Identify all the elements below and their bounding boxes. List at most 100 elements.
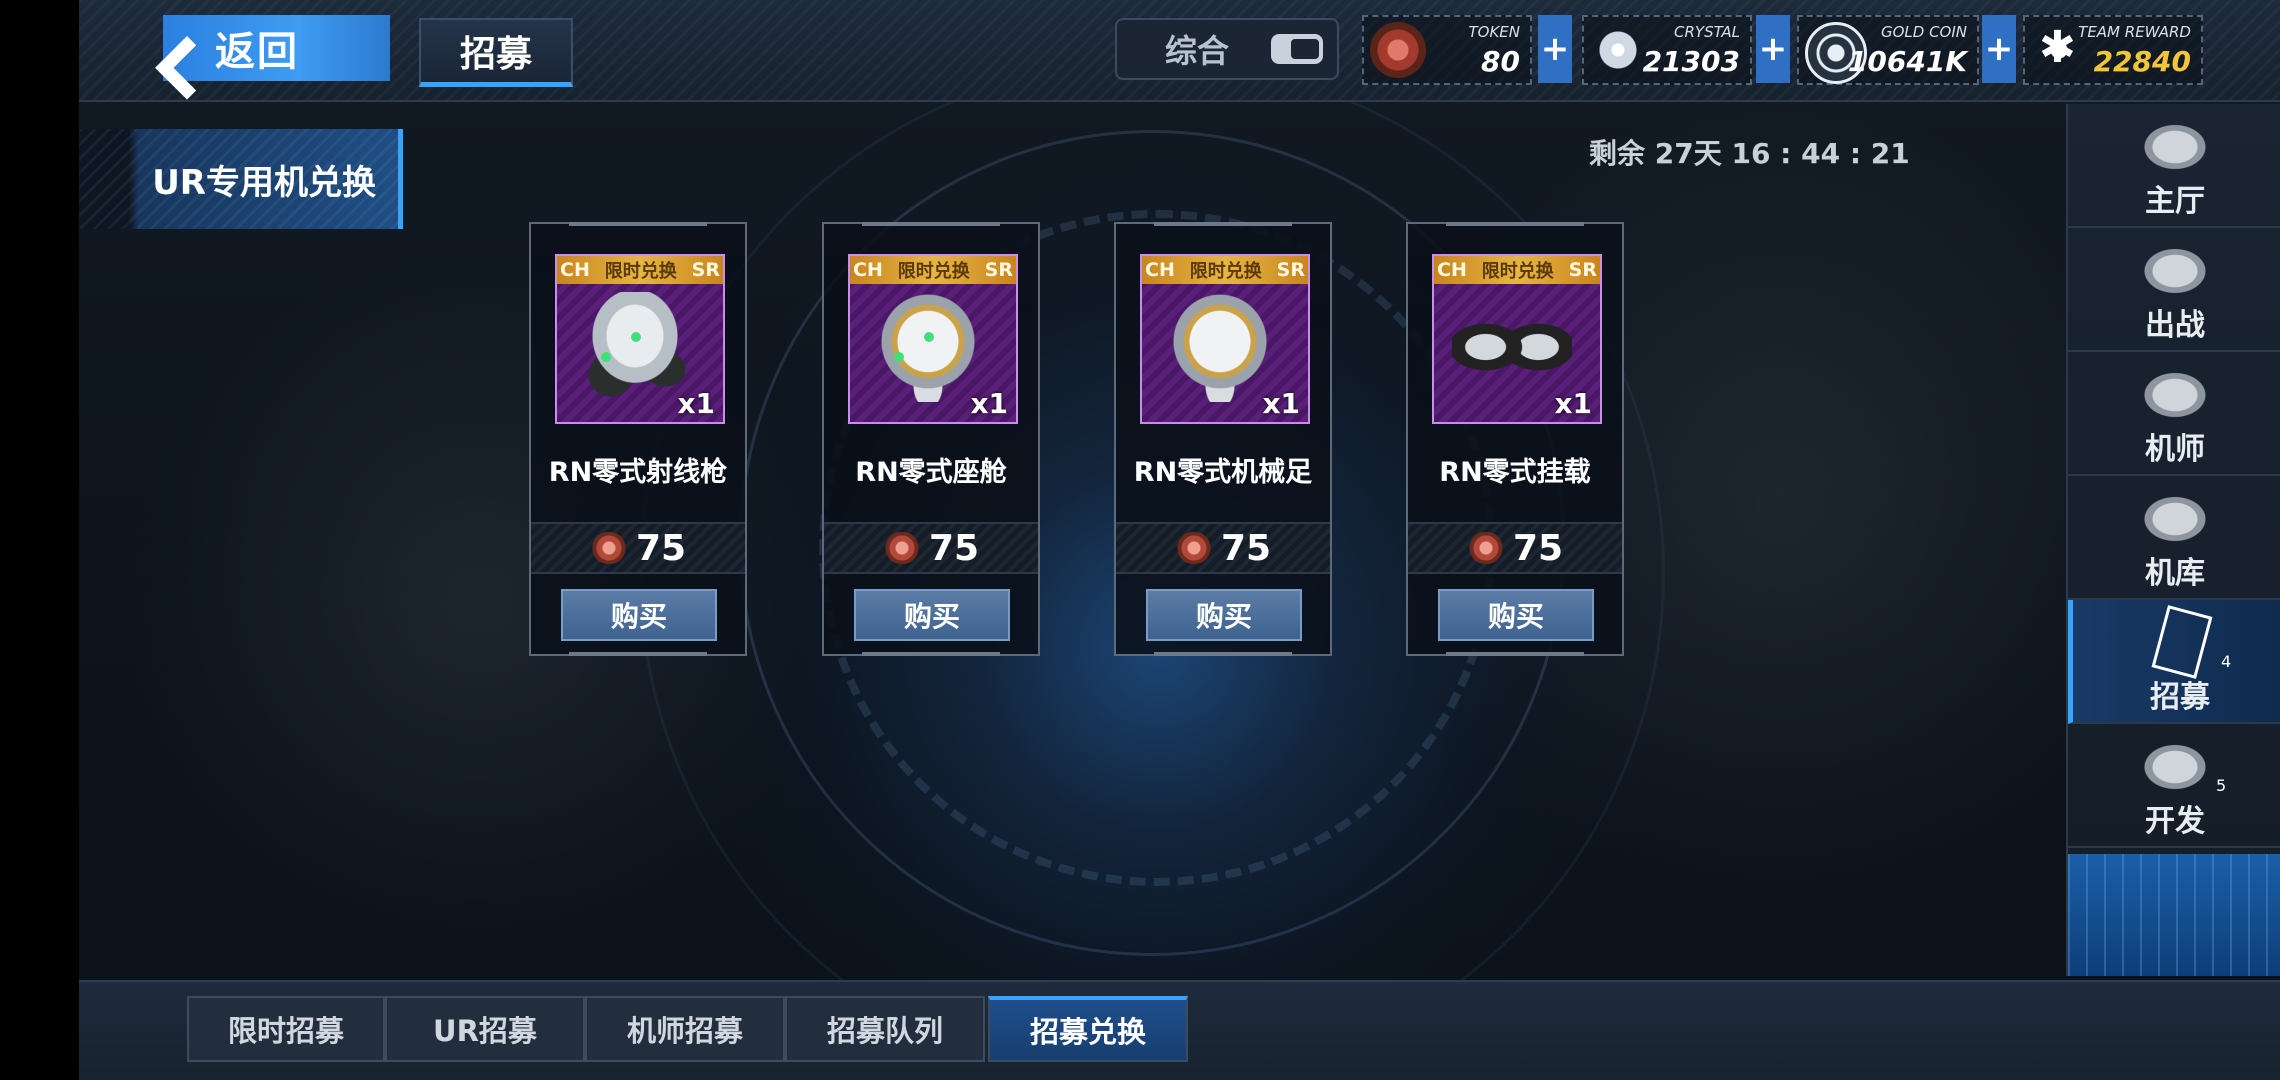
banner-left: CH [853,259,883,281]
buy-button[interactable]: 购买 [854,589,1010,641]
game-screen: 返回 招募 综合 TOKEN 80 + CRYSTAL 21303 + GOLD… [79,0,2280,1080]
item-name: RN零式机械足 [1133,456,1313,488]
gold-coin-add-button[interactable]: + [1982,15,2016,83]
filter-label: 综合 [1165,32,1230,70]
gold-coin-value: 10641K [1847,45,1967,78]
recruit-card-icon [2151,605,2213,679]
nav-item-hall[interactable]: 主厅 [2068,104,2280,228]
top-bar: 返回 招募 综合 TOKEN 80 + CRYSTAL 21303 + GOLD… [79,0,2280,102]
item-name: RN零式座舱 [855,456,1007,488]
team-reward-value: 22840 [2093,45,2191,78]
exchange-item-card: CH 限时兑换 SR x1 RN零式射线枪 75 购买 [529,222,747,656]
crystal-icon [1590,22,1646,78]
team-reward-label: TEAM REWARD [2078,23,2191,41]
mech-leg-part-icon [1160,292,1280,402]
tab-pilot-recruit[interactable]: 机师招募 [585,996,785,1062]
nav-label: 机库 [2145,556,2205,591]
crystal-add-button[interactable]: + [1756,15,1790,83]
banner-right: SR [1276,259,1305,281]
minimap-thumbnail[interactable] [2068,854,2280,976]
hall-icon [2132,116,2218,178]
token-icon [882,532,921,564]
exchange-item-card: CH 限时兑换 SR x1 RN零式挂载 75 购买 [1406,222,1624,656]
item-quantity: x1 [1554,387,1592,420]
nav-label: 机师 [2145,432,2205,467]
nav-item-sortie[interactable]: 出战 [2068,228,2280,352]
buy-button[interactable]: 购买 [1438,589,1594,641]
banner-left: CH [1437,259,1467,281]
pilot-icon [2132,364,2218,426]
buy-button[interactable]: 购买 [1146,589,1302,641]
category-tag[interactable]: UR专用机兑换 [79,129,403,229]
sortie-icon [2132,240,2218,302]
tab-recruit-exchange[interactable]: 招募兑换 [988,996,1188,1062]
banner-right: SR [1568,259,1597,281]
item-thumbnail[interactable]: CH 限时兑换 SR x1 [1140,254,1310,424]
item-price: 75 [928,527,980,569]
item-quantity: x1 [677,387,715,420]
tab-ur-recruit[interactable]: UR招募 [385,996,585,1062]
nav-item-hangar[interactable]: 机库 [2068,476,2280,600]
exchange-item-card: CH 限时兑换 SR x1 RN零式机械足 75 购买 [1114,222,1332,656]
toggle-icon [1271,34,1323,64]
develop-badge: 5 [2216,776,2227,795]
exchange-item-card: CH 限时兑换 SR x1 RN零式座舱 75 购买 [822,222,1040,656]
token-label: TOKEN [1468,23,1520,41]
chevron-left-icon [163,15,215,81]
banner-mid: 限时兑换 [897,261,970,282]
category-label: UR专用机兑换 [152,162,376,203]
page-title: 招募 [419,18,573,87]
filter-toggle[interactable]: 综合 [1115,18,1339,80]
nav-label: 招募 [2150,680,2210,715]
nav-label: 开发 [2145,804,2205,839]
recruit-badge: 4 [2221,652,2232,671]
token-icon [589,532,628,564]
price-row: 75 [1408,522,1622,574]
item-thumbnail[interactable]: CH 限时兑换 SR x1 [555,254,725,424]
nav-item-pilot[interactable]: 机师 [2068,352,2280,476]
nav-item-develop[interactable]: 5 开发 [2068,724,2280,848]
banner-right: SR [691,259,720,281]
item-thumbnail[interactable]: CH 限时兑换 SR x1 [1432,254,1602,424]
crystal-counter: CRYSTAL 21303 [1582,15,1752,85]
price-row: 75 [824,522,1038,574]
tab-limited-recruit[interactable]: 限时招募 [187,996,385,1062]
banner-left: CH [1145,259,1175,281]
nav-item-recruit[interactable]: 4 招募 [2068,600,2280,724]
token-counter: TOKEN 80 [1362,15,1532,85]
back-button[interactable]: 返回 [163,15,390,81]
mount-part-icon [1452,292,1572,402]
token-icon [1370,22,1426,78]
gold-coin-label: GOLD COIN [1880,23,1967,41]
banner-mid: 限时兑换 [1189,261,1262,282]
item-price: 75 [635,527,687,569]
back-label: 返回 [215,29,299,75]
banner-mid: 限时兑换 [1481,261,1554,282]
buy-button[interactable]: 购买 [561,589,717,641]
token-add-button[interactable]: + [1538,15,1572,83]
limited-exchange-banner: CH 限时兑换 SR [557,256,723,284]
team-reward-counter: TEAM REWARD 22840 [2023,15,2203,85]
develop-icon [2132,736,2218,798]
cockpit-part-icon [868,292,988,402]
banner-left: CH [560,259,590,281]
limited-exchange-banner: CH 限时兑换 SR [1142,256,1308,284]
crystal-label: CRYSTAL [1674,23,1740,41]
price-row: 75 [531,522,745,574]
side-nav: 主厅 出战 机师 机库 4 招募 5 开发 [2066,104,2280,976]
bottom-tab-bar: 限时招募 UR招募 机师招募 招募队列 招募兑换 [79,980,2280,1080]
limited-exchange-banner: CH 限时兑换 SR [1434,256,1600,284]
limited-exchange-banner: CH 限时兑换 SR [850,256,1016,284]
banner-right: SR [984,259,1013,281]
item-thumbnail[interactable]: CH 限时兑换 SR x1 [848,254,1018,424]
token-value: 80 [1481,45,1520,78]
banner-mid: 限时兑换 [604,261,677,282]
item-quantity: x1 [970,387,1008,420]
ray-gun-part-icon [575,292,695,402]
crystal-value: 21303 [1642,45,1740,78]
token-icon [1174,532,1213,564]
item-price: 75 [1512,527,1564,569]
nav-label: 主厅 [2145,184,2205,219]
item-quantity: x1 [1262,387,1300,420]
tab-recruit-queue[interactable]: 招募队列 [785,996,985,1062]
